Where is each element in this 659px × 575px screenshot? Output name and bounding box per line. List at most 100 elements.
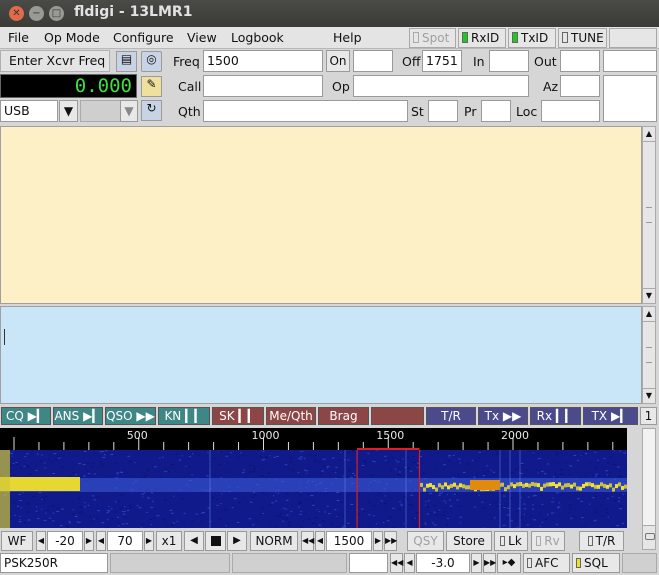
menu-view[interactable]: View <box>187 30 217 45</box>
qsy-button[interactable]: QSY <box>407 531 444 551</box>
rx-scrollbar[interactable]: ▲ ▼ <box>642 126 656 304</box>
bandwidth-dropdown-icon[interactable]: ▼ <box>120 100 138 122</box>
scroll-left-icon[interactable]: ◀ <box>184 531 204 551</box>
out-field[interactable] <box>560 50 600 72</box>
metric-marker-icon[interactable]: ▸◆ <box>497 553 521 573</box>
mode-dropdown-icon[interactable]: ▼ <box>59 100 78 122</box>
macro-button-10[interactable]: Tx ▶▶ <box>478 407 528 425</box>
lock-toggle[interactable]: Lk <box>494 531 528 551</box>
transmit-text-pane[interactable] <box>0 306 642 404</box>
extra-field-1[interactable] <box>603 50 657 72</box>
off-field[interactable]: 1751 <box>422 50 462 72</box>
txid-toggle[interactable]: TxID <box>508 28 556 48</box>
range-decrease-icon[interactable]: ◀ <box>96 531 106 551</box>
frequency-scale[interactable]: 500 1000 1500 2000 <box>0 428 639 452</box>
on-field[interactable] <box>353 50 393 72</box>
macro-page-button[interactable]: 1 <box>640 407 657 425</box>
metric-down-icon[interactable]: ◀ <box>404 553 415 573</box>
metric-fast-down-icon[interactable]: ◀◀ <box>390 553 403 573</box>
macro-button-1[interactable]: CQ ▶▎ <box>1 407 51 425</box>
zoom-button[interactable]: x1 <box>156 531 182 551</box>
afc-toggle[interactable]: AFC <box>523 553 570 573</box>
reverse-toggle[interactable]: Rv <box>531 531 565 551</box>
noise-speckle <box>573 454 577 456</box>
macro-button-9[interactable]: T/R <box>426 407 476 425</box>
carrier-freq-field[interactable]: 1500 <box>326 531 372 551</box>
ref-level-decrease-icon[interactable]: ◀ <box>36 531 46 551</box>
op-field[interactable] <box>353 75 529 97</box>
broom-icon[interactable]: ✎ <box>141 76 162 97</box>
st-field[interactable] <box>428 100 458 122</box>
metric-up-icon[interactable]: ▶ <box>471 553 482 573</box>
signal-trace <box>609 483 612 488</box>
in-field[interactable] <box>489 50 529 72</box>
extra-field-2[interactable] <box>603 75 657 122</box>
macro-button-12[interactable]: TX ▶▎ <box>583 407 638 425</box>
freq-down-icon[interactable]: ◀ <box>315 531 325 551</box>
macro-button-6[interactable]: Me/Qth <box>266 407 316 425</box>
freq-up-icon[interactable]: ▶ <box>373 531 383 551</box>
waterfall-display[interactable] <box>0 450 628 529</box>
freq-fast-up-icon[interactable]: ▶▶ <box>384 531 397 551</box>
tx-scrollbar[interactable]: ▲ ▼ <box>642 306 656 404</box>
waterfall-scroll-thumb[interactable] <box>643 429 655 526</box>
macro-button-7[interactable]: Brag <box>318 407 369 425</box>
qth-field[interactable] <box>203 100 408 122</box>
az-field[interactable] <box>560 75 600 97</box>
pr-field[interactable] <box>481 100 511 122</box>
rxid-toggle[interactable]: RxID <box>458 28 506 48</box>
scroll-up-icon[interactable]: ▲ <box>643 307 655 322</box>
memory-icon[interactable]: ▤ <box>116 51 137 72</box>
menu-help[interactable]: Help <box>333 30 362 45</box>
ref-level-field[interactable]: -20 <box>47 531 83 551</box>
range-field[interactable]: 70 <box>107 531 143 551</box>
tr-toggle[interactable]: T/R <box>579 531 624 551</box>
store-button[interactable]: Store <box>446 531 492 551</box>
scroll-down-icon[interactable]: ▼ <box>643 288 655 303</box>
metric-field[interactable]: -3.0 <box>416 553 470 573</box>
range-increase-icon[interactable]: ▶ <box>144 531 154 551</box>
tune-toggle[interactable]: TUNE <box>558 28 607 48</box>
mode-select[interactable]: USB <box>0 100 58 122</box>
menu-logbook[interactable]: Logbook <box>231 30 284 45</box>
close-icon[interactable]: ✕ <box>9 6 24 21</box>
freq-field[interactable]: 1500 <box>203 50 323 72</box>
scroll-grip-icon[interactable] <box>646 347 652 363</box>
metric-fast-up-icon[interactable]: ▶▶ <box>483 553 496 573</box>
loc-field[interactable] <box>541 100 600 122</box>
scroll-up-icon[interactable]: ▲ <box>643 127 655 142</box>
menu-op-mode[interactable]: Op Mode <box>44 30 100 45</box>
macro-button-2[interactable]: ANS ▶▎ <box>53 407 103 425</box>
mode-status[interactable]: PSK250R <box>0 553 108 573</box>
scroll-down-icon[interactable]: ▼ <box>643 388 655 403</box>
macro-button-5[interactable]: SK ▎▎ <box>212 407 264 425</box>
refresh-icon[interactable]: ↻ <box>141 100 162 121</box>
rig-connect-icon[interactable]: ◎ <box>141 51 162 72</box>
grip-icon[interactable] <box>645 533 655 540</box>
ref-level-increase-icon[interactable]: ▶ <box>84 531 94 551</box>
call-field[interactable] <box>203 75 323 97</box>
macro-button-8[interactable] <box>371 407 424 425</box>
wf-mode-button[interactable]: WF <box>1 531 33 551</box>
sql-toggle[interactable]: SQL <box>572 553 620 573</box>
receive-text-pane[interactable] <box>0 126 642 304</box>
menu-configure[interactable]: Configure <box>113 30 174 45</box>
macro-button-3[interactable]: QSO ▶▶ <box>105 407 156 425</box>
scroll-right-icon[interactable]: ▶ <box>227 531 247 551</box>
noise-speckle <box>101 522 105 524</box>
waterfall-scrollbar[interactable] <box>642 428 656 550</box>
noise-speckle <box>202 512 205 514</box>
macro-button-4[interactable]: KN ▎▎ <box>158 407 210 425</box>
minimize-icon[interactable]: − <box>29 6 44 21</box>
maximize-icon[interactable]: □ <box>49 6 64 21</box>
xcvr-frequency-display[interactable]: 0.000 <box>0 74 137 98</box>
on-button[interactable]: On <box>326 50 350 72</box>
freq-fast-down-icon[interactable]: ◀◀ <box>301 531 314 551</box>
scroll-grip-icon[interactable] <box>646 207 652 223</box>
blank-toggle[interactable] <box>609 28 657 48</box>
macro-button-11[interactable]: Rx ▎▎ <box>530 407 581 425</box>
norm-button[interactable]: NORM <box>250 531 298 551</box>
spot-toggle[interactable]: Spot <box>409 28 456 48</box>
stop-icon[interactable] <box>205 531 226 551</box>
menu-file[interactable]: File <box>8 30 29 45</box>
